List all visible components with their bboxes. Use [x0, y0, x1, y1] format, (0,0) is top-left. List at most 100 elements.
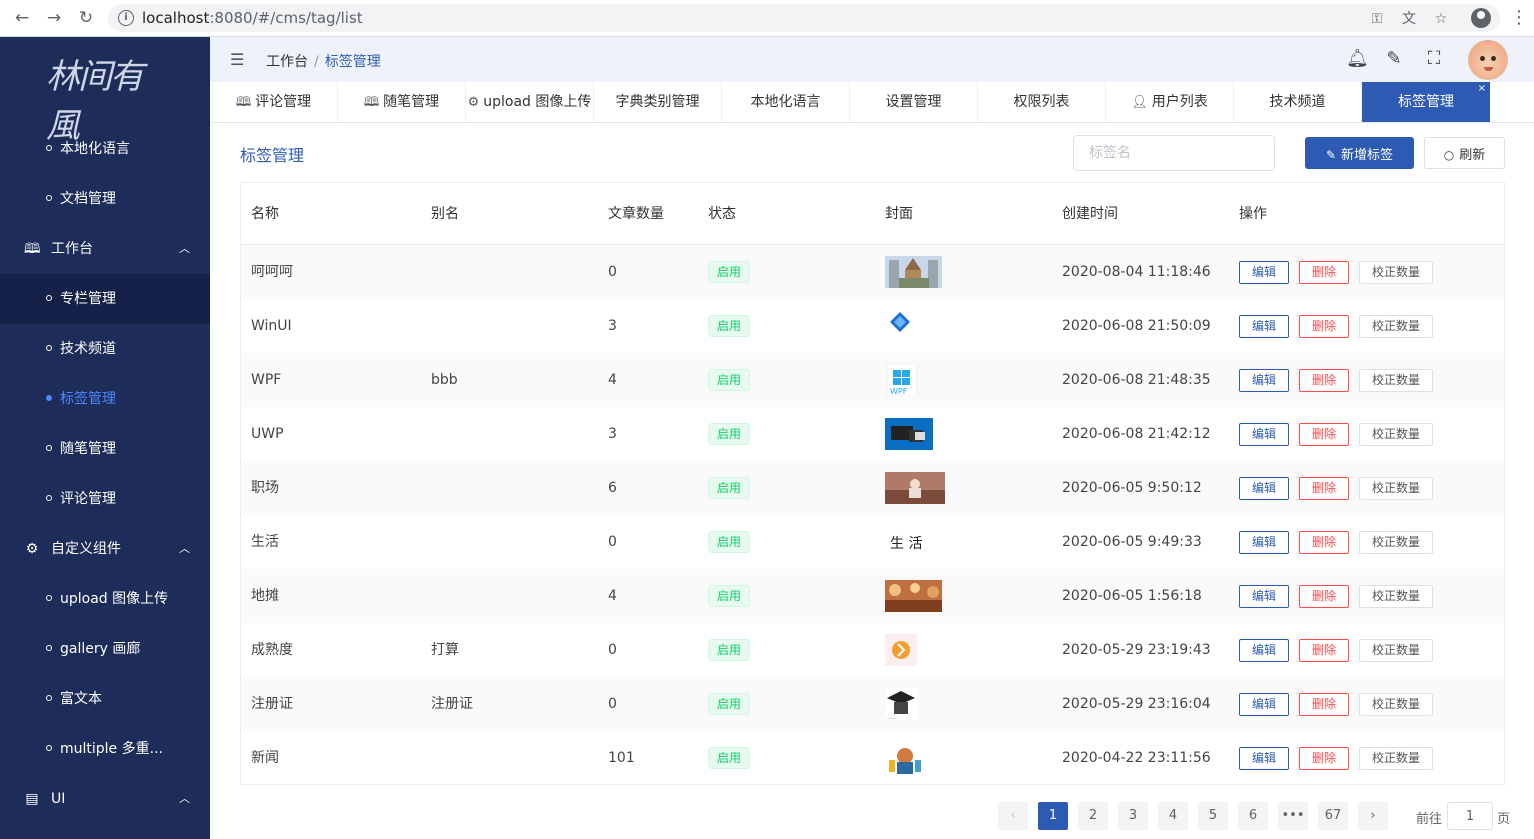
edit-button[interactable]: 编辑	[1239, 693, 1289, 716]
status-badge: 启用	[708, 423, 751, 445]
page-button[interactable]: 3	[1118, 802, 1148, 830]
sidebar-item-4[interactable]: 技术频道	[0, 324, 210, 374]
svg-text:生 活: 生 活	[890, 536, 922, 552]
page-button[interactable]: 5	[1198, 802, 1228, 830]
sidebar-item-10[interactable]: gallery 画廊	[0, 624, 210, 674]
tab-7[interactable]: 👤︎ 用户列表	[1106, 82, 1234, 122]
magic-wand-icon[interactable]: ✎	[1384, 49, 1404, 69]
menu-icon[interactable]: ⋮	[1510, 8, 1528, 28]
tab-3[interactable]: 字典类别管理	[594, 82, 722, 122]
edit-button[interactable]: 编辑	[1239, 369, 1289, 392]
sidebar-item-5[interactable]: 标签管理	[0, 374, 210, 424]
edit-button[interactable]: 编辑	[1239, 585, 1289, 608]
url-text[interactable]: localhost:8080/#/cms/tag/list	[142, 9, 363, 27]
sidebar-item-2[interactable]: 🕮 工作台 ︿	[0, 224, 210, 274]
fullscreen-icon[interactable]: ⛶	[1424, 49, 1444, 69]
sidebar-item-label: 自定义组件	[51, 541, 121, 557]
page-button[interactable]: 2	[1078, 802, 1108, 830]
tag-name: 新闻	[251, 750, 279, 766]
edit-button[interactable]: 编辑	[1239, 477, 1289, 500]
tab-2[interactable]: ⚙ upload 图像上传	[466, 82, 594, 122]
back-icon[interactable]: ←	[12, 8, 32, 28]
book-icon: 🕮	[235, 95, 252, 110]
refresh-button[interactable]: ○ 刷新	[1424, 137, 1505, 169]
translate-icon[interactable]: 文	[1400, 10, 1418, 28]
more-pages-button[interactable]: •••	[1278, 802, 1308, 830]
edit-button[interactable]: 编辑	[1239, 639, 1289, 662]
fix-count-button[interactable]: 校正数量	[1359, 315, 1433, 338]
breadcrumb: 工作台 / 标签管理	[266, 51, 381, 71]
info-icon[interactable]: i	[118, 10, 134, 26]
fix-count-button[interactable]: 校正数量	[1359, 261, 1433, 284]
fix-count-button[interactable]: 校正数量	[1359, 477, 1433, 500]
sidebar-item-label: 技术频道	[60, 341, 116, 357]
sidebar-item-8[interactable]: ⚙ 自定义组件 ︿	[0, 524, 210, 574]
page-button[interactable]: 4	[1158, 802, 1188, 830]
avatar[interactable]	[1468, 40, 1508, 80]
fix-count-button[interactable]: 校正数量	[1359, 747, 1433, 770]
add-tag-button[interactable]: ✎ 新增标签	[1305, 137, 1414, 169]
tab-8[interactable]: 技术频道	[1234, 82, 1362, 122]
sidebar-item-7[interactable]: 评论管理	[0, 474, 210, 524]
tab-9[interactable]: 标签管理 ×	[1362, 82, 1490, 122]
edit-button[interactable]: 编辑	[1239, 261, 1289, 284]
delete-button[interactable]: 删除	[1299, 585, 1349, 608]
cover-office-image	[885, 472, 945, 504]
tab-4[interactable]: 本地化语言	[722, 82, 850, 122]
sidebar-item-9[interactable]: upload 图像上传	[0, 574, 210, 624]
sidebar-item-0[interactable]: 本地化语言	[0, 124, 210, 174]
forward-icon[interactable]: →	[44, 8, 64, 28]
tab-label: 评论管理	[255, 94, 312, 110]
cover-winui-image	[885, 310, 942, 342]
delete-button[interactable]: 删除	[1299, 261, 1349, 284]
fix-count-button[interactable]: 校正数量	[1359, 693, 1433, 716]
edit-button[interactable]: 编辑	[1239, 423, 1289, 446]
delete-button[interactable]: 删除	[1299, 315, 1349, 338]
delete-button[interactable]: 删除	[1299, 639, 1349, 662]
fix-count-button[interactable]: 校正数量	[1359, 369, 1433, 392]
delete-button[interactable]: 删除	[1299, 369, 1349, 392]
reload-icon[interactable]: ↻	[76, 8, 96, 28]
bell-icon[interactable]: 🔔︎	[1346, 49, 1369, 69]
book-icon: 🕮	[363, 95, 380, 110]
hamburger-icon[interactable]: ☰	[230, 50, 244, 69]
edit-button[interactable]: 编辑	[1239, 531, 1289, 554]
fix-count-button[interactable]: 校正数量	[1359, 639, 1433, 662]
close-icon[interactable]: ×	[1478, 69, 1486, 109]
next-page-button[interactable]: ›	[1358, 802, 1388, 830]
delete-button[interactable]: 删除	[1299, 693, 1349, 716]
tab-5[interactable]: 设置管理	[850, 82, 978, 122]
fix-count-button[interactable]: 校正数量	[1359, 531, 1433, 554]
sidebar-item-6[interactable]: 随笔管理	[0, 424, 210, 474]
delete-button[interactable]: 删除	[1299, 747, 1349, 770]
fix-count-button[interactable]: 校正数量	[1359, 423, 1433, 446]
star-icon[interactable]: ☆	[1432, 10, 1450, 28]
sidebar-item-1[interactable]: 文档管理	[0, 174, 210, 224]
address-bar[interactable]: i localhost:8080/#/cms/tag/list ⚿ 文 ☆	[108, 4, 1500, 32]
tab-1[interactable]: 🕮 随笔管理	[338, 82, 466, 122]
sidebar-item-11[interactable]: 富文本	[0, 674, 210, 724]
tag-name-search-input[interactable]	[1073, 135, 1275, 171]
tab-6[interactable]: 权限列表	[978, 82, 1106, 122]
sidebar-item-12[interactable]: multiple 多重...	[0, 724, 210, 774]
page-button[interactable]: 67	[1318, 802, 1348, 830]
sidebar-item-label: 本地化语言	[60, 141, 130, 157]
gear-icon: ⚙	[25, 541, 39, 557]
fix-count-button[interactable]: 校正数量	[1359, 585, 1433, 608]
page-button[interactable]: 6	[1238, 802, 1268, 830]
edit-button[interactable]: 编辑	[1239, 747, 1289, 770]
goto-page-input[interactable]	[1447, 802, 1493, 830]
page-button[interactable]: 1	[1038, 802, 1068, 830]
profile-icon[interactable]	[1471, 8, 1491, 28]
delete-button[interactable]: 删除	[1299, 477, 1349, 500]
sidebar-item-3[interactable]: 专栏管理	[0, 274, 210, 324]
prev-page-button[interactable]: ‹	[998, 802, 1028, 830]
sidebar-item-13[interactable]: ▤ UI ︿	[0, 774, 210, 824]
delete-button[interactable]: 删除	[1299, 423, 1349, 446]
edit-button[interactable]: 编辑	[1239, 315, 1289, 338]
breadcrumb-item-home[interactable]: 工作台	[266, 54, 308, 70]
key-icon[interactable]: ⚿	[1368, 10, 1386, 28]
tab-0[interactable]: 🕮 评论管理	[210, 82, 338, 122]
column-header: 文章数量	[608, 206, 664, 222]
delete-button[interactable]: 删除	[1299, 531, 1349, 554]
